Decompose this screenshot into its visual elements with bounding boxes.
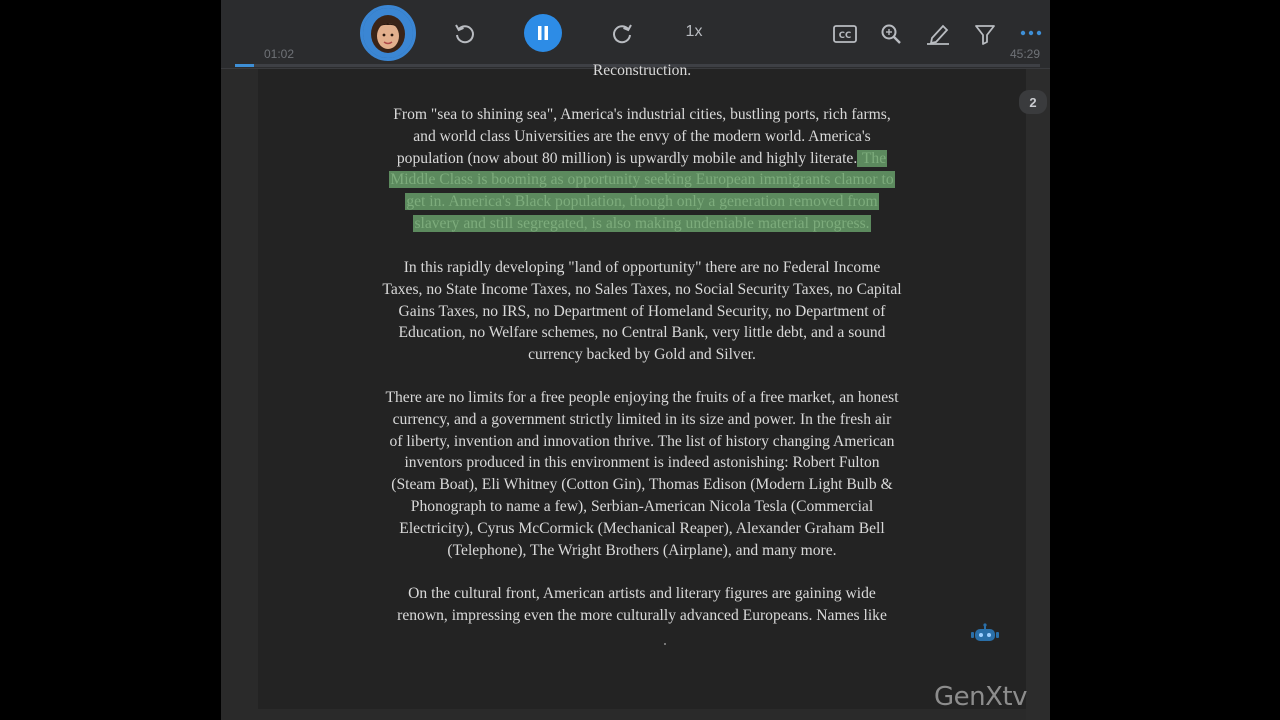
playback-speed-button[interactable]: 1x xyxy=(679,20,709,44)
text-segment: population (now about 80 million) is upw… xyxy=(396,149,858,167)
total-time: 45:29 xyxy=(1009,47,1040,61)
highlighted-text[interactable]: Middle Class is booming as opportunity s… xyxy=(389,171,895,189)
stray-dot xyxy=(664,643,666,645)
elapsed-time: 01:02 xyxy=(264,47,295,61)
paragraph-free-market: There are no limits for a free people en… xyxy=(258,387,1026,561)
more-icon xyxy=(1020,30,1042,36)
rewind-button[interactable] xyxy=(450,19,478,47)
text-line: On the cultural front, American artists … xyxy=(408,585,876,602)
text-line: Taxes, no State Income Taxes, no Sales T… xyxy=(382,280,902,298)
text-line: currency backed by Gold and Silver. xyxy=(528,346,756,364)
text-line: Electricity), Cyrus McCormick (Mechanica… xyxy=(399,519,885,537)
text-line: Middle Class is booming as opportunity s… xyxy=(258,169,1026,191)
pause-button[interactable] xyxy=(524,14,562,52)
highlighted-text[interactable]: The xyxy=(857,149,888,167)
forward-icon xyxy=(613,24,632,44)
text-line: and world class Universities are the env… xyxy=(413,127,871,145)
narrator-avatar[interactable] xyxy=(360,5,416,61)
svg-text:CC: CC xyxy=(839,31,851,41)
text-line: currency, and a government strictly limi… xyxy=(392,410,892,428)
text-line: get in. America's Black population, thou… xyxy=(258,191,1026,213)
robot-icon xyxy=(971,623,999,641)
text-line: From "sea to shining sea", America's ind… xyxy=(393,106,891,123)
text-line: population (now about 80 million) is upw… xyxy=(258,148,1026,170)
text-line: Phonograph to name a few), Serbian-Ameri… xyxy=(410,497,874,515)
highlighted-text[interactable]: get in. America's Black population, thou… xyxy=(405,193,879,211)
highlighted-text[interactable]: slavery and still segregated, is also ma… xyxy=(413,214,871,232)
filter-icon xyxy=(975,25,995,45)
text-line: of liberty, invention and innovation thr… xyxy=(389,432,895,450)
watermark-logo: GenXtv xyxy=(934,682,1028,712)
reconstruction-line: Reconstruction. xyxy=(258,60,1026,82)
highlighter-button[interactable] xyxy=(923,20,953,48)
text-line: There are no limits for a free people en… xyxy=(385,389,899,406)
text-line: Education, no Welfare schemes, no Centra… xyxy=(398,324,886,342)
rewind-icon xyxy=(455,24,474,44)
filter-button[interactable] xyxy=(971,20,999,48)
search-button[interactable] xyxy=(877,20,905,48)
reader-page: Reconstruction. From "sea to shining sea… xyxy=(258,62,1026,709)
paragraph-industrial-america: From "sea to shining sea", America's ind… xyxy=(258,104,1026,235)
paragraph-cultural-front: On the cultural front, American artists … xyxy=(258,583,1026,627)
more-button[interactable] xyxy=(1017,22,1045,44)
text-line: Reconstruction. xyxy=(592,62,692,79)
text-line: renown, impressing even the more cultura… xyxy=(397,606,887,624)
scrollbar[interactable] xyxy=(1026,69,1050,720)
forward-button[interactable] xyxy=(609,19,637,47)
text-line: (Steam Boat), Eli Whitney (Cotton Gin), … xyxy=(391,476,893,494)
cc-icon: CC xyxy=(833,25,857,43)
assistant-bot-icon[interactable] xyxy=(970,622,1000,646)
text-line: Gains Taxes, no IRS, no Department of Ho… xyxy=(398,302,886,320)
pause-icon xyxy=(538,26,548,40)
avatar-portrait-icon xyxy=(363,8,413,58)
text-line: In this rapidly developing "land of oppo… xyxy=(403,259,881,276)
text-line: inventors produced in this environment i… xyxy=(404,454,880,472)
page-number-badge: 2 xyxy=(1019,90,1047,114)
search-icon xyxy=(881,24,901,44)
progress-fill xyxy=(235,64,254,67)
reader-app: 1x CC 01:02 45:29 Reconstruction. From "… xyxy=(221,0,1050,720)
text-line: slavery and still segregated, is also ma… xyxy=(258,213,1026,235)
paragraph-land-of-opportunity: In this rapidly developing "land of oppo… xyxy=(258,257,1026,366)
highlighter-icon xyxy=(927,24,949,45)
player-bar: 1x CC 01:02 45:29 xyxy=(221,0,1050,69)
text-line: (Telephone), The Wright Brothers (Airpla… xyxy=(447,541,837,559)
captions-button[interactable]: CC xyxy=(831,20,859,48)
